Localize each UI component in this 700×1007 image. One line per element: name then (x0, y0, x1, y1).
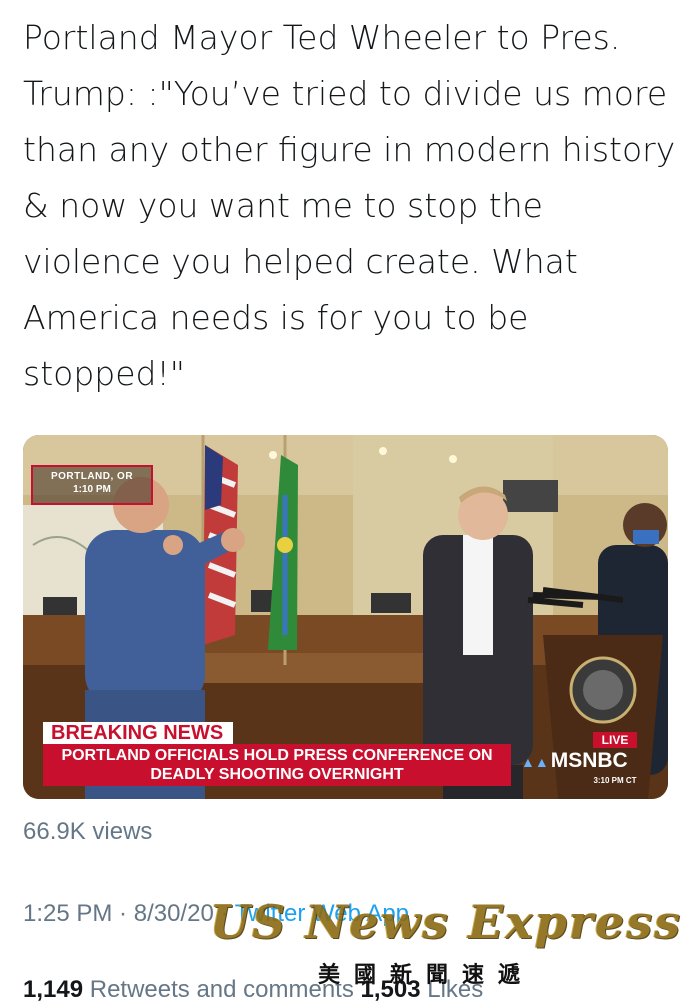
location-tag: PORTLAND, OR 1:10 PM (31, 465, 153, 505)
tweet-text: Portland Mayor Ted Wheeler to Pres. Trum… (23, 18, 676, 393)
network-name: MSNBC (550, 749, 628, 772)
peacock-icon: ▲▲ (521, 754, 549, 770)
view-count: 66.9K views (23, 818, 153, 845)
likes-label[interactable]: Likes (421, 976, 483, 1003)
tweet-date[interactable]: 8/30/20 (134, 900, 214, 927)
client-link[interactable]: Twitter Web App (235, 900, 409, 927)
tweet-time: 1:25 PM (23, 900, 113, 927)
meta-separator: · (112, 900, 134, 927)
retweets-count[interactable]: 1,149 (23, 976, 83, 1003)
tweet-stats: 1,149 Retweets and comments 1,503 Likes (23, 976, 483, 1004)
live-badge: LIVE (593, 732, 637, 748)
location-time: 1:10 PM (73, 484, 111, 495)
retweets-label[interactable]: Retweets and comments (83, 976, 360, 1003)
headline-line-2: DEADLY SHOOTING OVERNIGHT (150, 766, 404, 783)
likes-count[interactable]: 1,503 (361, 976, 421, 1003)
tweet-meta: 1:25 PM · 8/30/20 · Twitter Web App (23, 900, 409, 928)
meta-separator: · (213, 900, 235, 927)
headline-line-1: PORTLAND OFFICIALS HOLD PRESS CONFERENCE… (61, 747, 493, 764)
headline-banner: PORTLAND OFFICIALS HOLD PRESS CONFERENCE… (43, 744, 511, 786)
video-player[interactable]: PORTLAND, OR 1:10 PM BREAKING NEWS PORTL… (23, 435, 668, 799)
location-city: PORTLAND, OR (50, 471, 134, 482)
network-clock: 3:10 PM CT (593, 776, 637, 785)
breaking-news-label: BREAKING NEWS (43, 722, 234, 744)
network-logo: ▲▲MSNBC (521, 749, 641, 773)
